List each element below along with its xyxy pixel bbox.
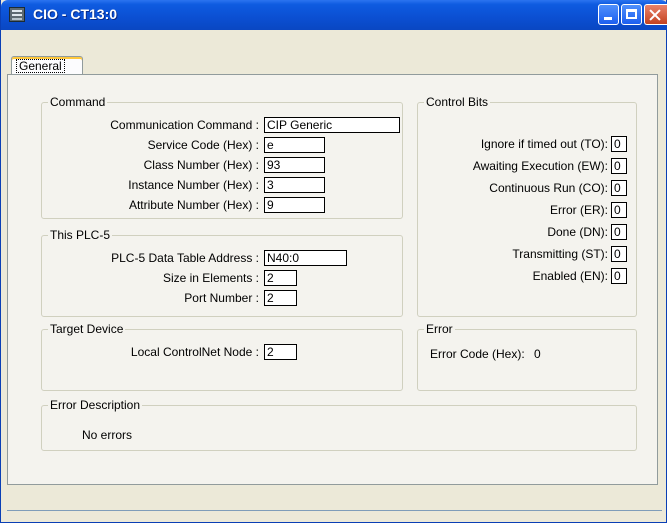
done-bit-label: Done (DN): bbox=[547, 225, 608, 239]
class-number-field[interactable]: 93 bbox=[264, 157, 325, 173]
plc5-group: This PLC-5 PLC-5 Data Table Address : N4… bbox=[41, 228, 403, 317]
transmitting-bit: 0 bbox=[611, 246, 627, 262]
window-title: CIO - CT13:0 bbox=[33, 6, 118, 22]
instance-number-field[interactable]: 3 bbox=[264, 177, 325, 193]
port-number-field[interactable]: 2 bbox=[264, 290, 297, 306]
attribute-number-label: Attribute Number (Hex) : bbox=[128, 198, 259, 212]
local-controlnet-node-field[interactable]: 2 bbox=[264, 344, 297, 360]
error-group: Error Error Code (Hex): 0 bbox=[417, 322, 637, 391]
general-panel: Command Communication Command : CIP Gene… bbox=[7, 74, 658, 485]
data-table-address-field[interactable]: N40:0 bbox=[264, 250, 347, 266]
tab-general-label: General bbox=[16, 59, 65, 73]
maximize-button[interactable] bbox=[621, 4, 642, 25]
cio-dialog-window: CIO - CT13:0 General Command Communicati… bbox=[0, 0, 667, 523]
instance-number-label: Instance Number (Hex) : bbox=[128, 178, 259, 192]
class-number-label: Class Number (Hex) : bbox=[143, 158, 259, 172]
size-in-elements-field[interactable]: 2 bbox=[264, 270, 297, 286]
error-code-value: 0 bbox=[534, 347, 541, 361]
error-code-label: Error Code (Hex): bbox=[430, 347, 525, 361]
plc5-legend: This PLC-5 bbox=[48, 228, 113, 242]
continuous-run-bit: 0 bbox=[611, 180, 627, 196]
enabled-bit: 0 bbox=[611, 268, 627, 284]
command-group: Command Communication Command : CIP Gene… bbox=[41, 95, 403, 219]
awaiting-execution-bit: 0 bbox=[611, 158, 627, 174]
ignore-timed-out-bit: 0 bbox=[611, 136, 627, 152]
error-description-group: Error Description No errors bbox=[41, 398, 637, 451]
size-in-elements-label: Size in Elements : bbox=[162, 271, 259, 285]
communication-command-field[interactable]: CIP Generic bbox=[264, 117, 400, 133]
transmitting-label: Transmitting (ST): bbox=[512, 247, 608, 261]
minimize-button[interactable] bbox=[598, 4, 619, 25]
ignore-timed-out-label: Ignore if timed out (TO): bbox=[480, 137, 608, 151]
target-device-legend: Target Device bbox=[48, 322, 126, 336]
continuous-run-label: Continuous Run (CO): bbox=[489, 181, 608, 195]
title-bar[interactable]: CIO - CT13:0 bbox=[1, 0, 667, 30]
error-bit-label: Error (ER): bbox=[550, 203, 608, 217]
service-code-field[interactable]: e bbox=[264, 137, 325, 153]
control-bits-group: Control Bits Ignore if timed out (TO): 0… bbox=[417, 95, 637, 317]
error-description-text: No errors bbox=[82, 428, 133, 442]
awaiting-execution-label: Awaiting Execution (EW): bbox=[472, 159, 608, 173]
done-bit: 0 bbox=[611, 224, 627, 240]
control-bits-legend: Control Bits bbox=[424, 95, 491, 109]
target-device-group: Target Device Local ControlNet Node : 2 bbox=[41, 322, 403, 391]
error-bit: 0 bbox=[611, 202, 627, 218]
port-number-label: Port Number : bbox=[184, 291, 259, 305]
attribute-number-field[interactable]: 9 bbox=[264, 197, 325, 213]
communication-command-label: Communication Command : bbox=[110, 118, 259, 132]
enabled-label: Enabled (EN): bbox=[532, 269, 608, 283]
data-table-address-label: PLC-5 Data Table Address : bbox=[111, 251, 259, 265]
bottom-divider bbox=[7, 510, 662, 511]
command-legend: Command bbox=[48, 95, 108, 109]
tab-general[interactable]: General bbox=[11, 56, 83, 75]
error-description-legend: Error Description bbox=[48, 398, 143, 412]
local-controlnet-node-label: Local ControlNet Node : bbox=[130, 345, 259, 359]
app-icon bbox=[9, 7, 25, 22]
service-code-label: Service Code (Hex) : bbox=[147, 138, 259, 152]
error-legend: Error bbox=[424, 322, 455, 336]
close-button[interactable] bbox=[644, 4, 667, 25]
